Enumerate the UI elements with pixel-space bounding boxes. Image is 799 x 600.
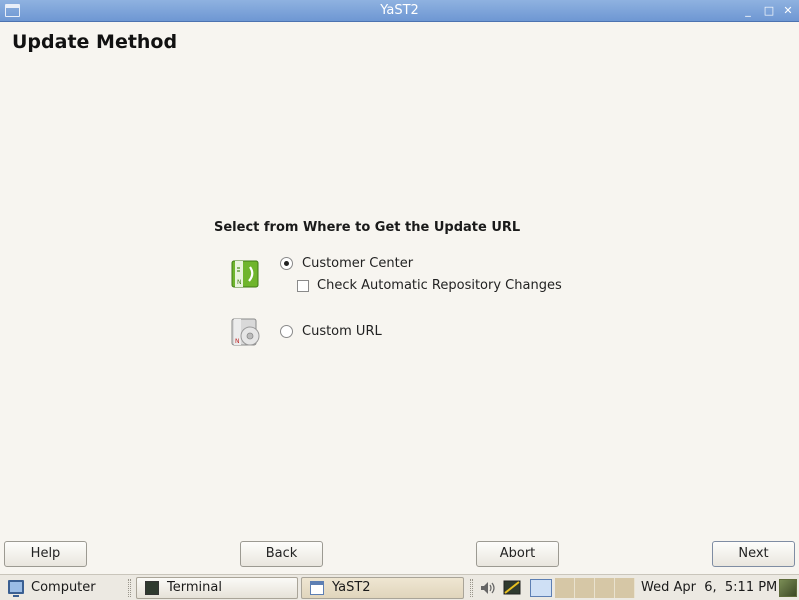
workspace-switcher[interactable] xyxy=(555,578,635,598)
help-button[interactable]: Help xyxy=(4,541,87,567)
check-automatic-repository-changes-label[interactable]: Check Automatic Repository Changes xyxy=(317,278,562,293)
maximize-icon[interactable]: □ xyxy=(761,3,777,19)
taskbar-separator xyxy=(128,579,131,597)
taskbar-task-yast2[interactable]: YaST2 xyxy=(301,577,464,599)
custom-url-radio[interactable] xyxy=(280,325,293,338)
taskbar-task-label: Terminal xyxy=(167,580,222,595)
page-title: Update Method xyxy=(12,31,178,53)
window-titlebar[interactable]: YaST2 _ □ ✕ xyxy=(0,0,799,22)
next-button[interactable]: Next xyxy=(712,541,795,567)
custom-url-label[interactable]: Custom URL xyxy=(302,324,382,339)
taskbar-separator xyxy=(470,579,473,597)
custom-url-cd-icon: N xyxy=(231,318,260,346)
abort-button[interactable]: Abort xyxy=(476,541,559,567)
svg-text:N: N xyxy=(235,338,240,345)
show-desktop-icon[interactable] xyxy=(779,579,797,597)
workspace-4[interactable] xyxy=(615,578,635,598)
workspace-3[interactable] xyxy=(595,578,615,598)
customer-center-icon: N xyxy=(231,260,259,288)
section-title: Select from Where to Get the Update URL xyxy=(214,220,521,235)
workspace-2[interactable] xyxy=(575,578,595,598)
display-icon[interactable] xyxy=(530,579,552,597)
network-monitor-icon[interactable] xyxy=(503,579,521,597)
taskbar: Computer Terminal YaST2 Wed Apr 6, 5:11 … xyxy=(0,574,799,600)
computer-menu-button[interactable]: Computer xyxy=(31,580,96,595)
clock[interactable]: Wed Apr 6, 5:11 PM xyxy=(641,580,777,595)
customer-center-radio[interactable] xyxy=(280,257,293,270)
computer-icon[interactable] xyxy=(8,580,24,597)
check-automatic-repository-changes-checkbox[interactable] xyxy=(297,280,309,292)
taskbar-task-label: YaST2 xyxy=(332,580,371,595)
customer-center-label[interactable]: Customer Center xyxy=(302,256,413,271)
terminal-icon xyxy=(145,581,159,595)
volume-icon[interactable] xyxy=(479,579,497,597)
taskbar-task-terminal[interactable]: Terminal xyxy=(136,577,298,599)
workspace-1[interactable] xyxy=(555,578,575,598)
svg-text:N: N xyxy=(237,279,242,286)
minimize-icon[interactable]: _ xyxy=(740,3,756,19)
close-icon[interactable]: ✕ xyxy=(780,3,796,19)
back-button[interactable]: Back xyxy=(240,541,323,567)
window-title: YaST2 xyxy=(380,3,419,18)
window-icon xyxy=(310,581,324,595)
